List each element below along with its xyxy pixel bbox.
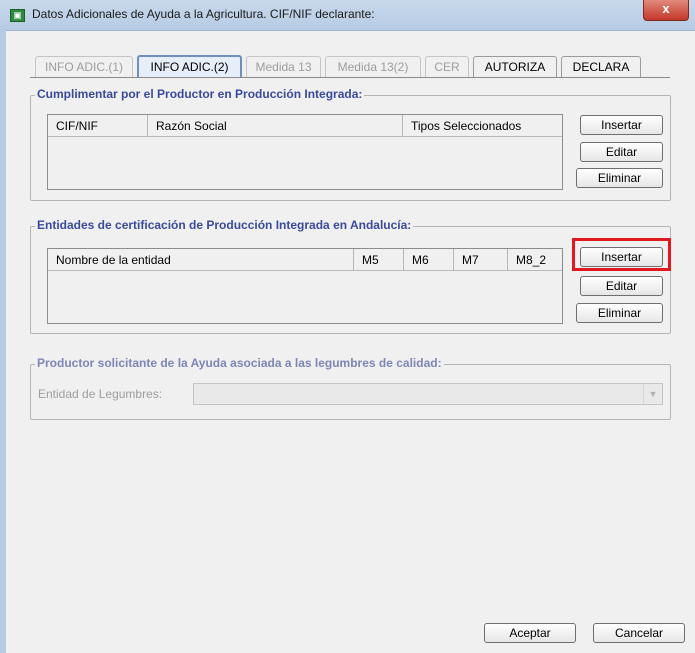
tab-medida-13[interactable]: Medida 13 [246,56,321,77]
tab-cer[interactable]: CER [425,56,469,77]
delete-entidad-button[interactable]: Eliminar [576,303,663,323]
chevron-down-icon[interactable]: ▼ [643,384,662,404]
column-header-nombre-entidad[interactable]: Nombre de la entidad [48,249,354,271]
column-header-tipos-seleccionados[interactable]: Tipos Seleccionados [403,115,562,137]
insert-entidad-button[interactable]: Insertar [580,247,663,267]
column-header-razon-social[interactable]: Razón Social [148,115,403,137]
app-icon: ▣ [10,9,25,22]
group-title-legumbres-calidad: Productor solicitante de la Ayuda asocia… [35,356,444,370]
entidad-legumbres-label: Entidad de Legumbres: [38,387,163,401]
tab-autoriza[interactable]: AUTORIZA [473,56,557,77]
tab-panel-top-border [30,77,670,78]
edit-productor-button[interactable]: Editar [580,142,663,162]
column-header-m8-2[interactable]: M8_2 [508,249,562,271]
entidades-table[interactable]: Nombre de la entidad M5 M6 M7 M8_2 [47,248,563,324]
column-header-cif-nif[interactable]: CIF/NIF [48,115,148,137]
cancel-button[interactable]: Cancelar [593,623,685,643]
window-title: Datos Adicionales de Ayuda a la Agricult… [32,7,375,21]
column-header-m7[interactable]: M7 [454,249,508,271]
tab-declara[interactable]: DECLARA [561,56,641,77]
close-button[interactable]: x [643,0,689,21]
window-frame [0,30,6,653]
productores-table[interactable]: CIF/NIF Razón Social Tipos Seleccionados [47,114,563,190]
column-header-m5[interactable]: M5 [354,249,404,271]
tab-info-adic-2[interactable]: INFO ADIC.(2) [137,55,242,78]
delete-productor-button[interactable]: Eliminar [576,168,663,188]
insert-productor-button[interactable]: Insertar [580,115,663,135]
tab-info-adic-1[interactable]: INFO ADIC.(1) [35,56,133,77]
edit-entidad-button[interactable]: Editar [580,276,663,296]
group-title-entidades-certificacion: Entidades de certificación de Producción… [35,218,414,232]
column-header-m6[interactable]: M6 [404,249,454,271]
entidad-legumbres-select[interactable]: ▼ [193,383,663,405]
tab-medida-13-2[interactable]: Medida 13(2) [325,56,421,77]
accept-button[interactable]: Aceptar [484,623,576,643]
group-title-produccion-integrada: Cumplimentar por el Productor en Producc… [35,87,365,101]
title-bar[interactable]: ▣ Datos Adicionales de Ayuda a la Agricu… [0,0,695,31]
